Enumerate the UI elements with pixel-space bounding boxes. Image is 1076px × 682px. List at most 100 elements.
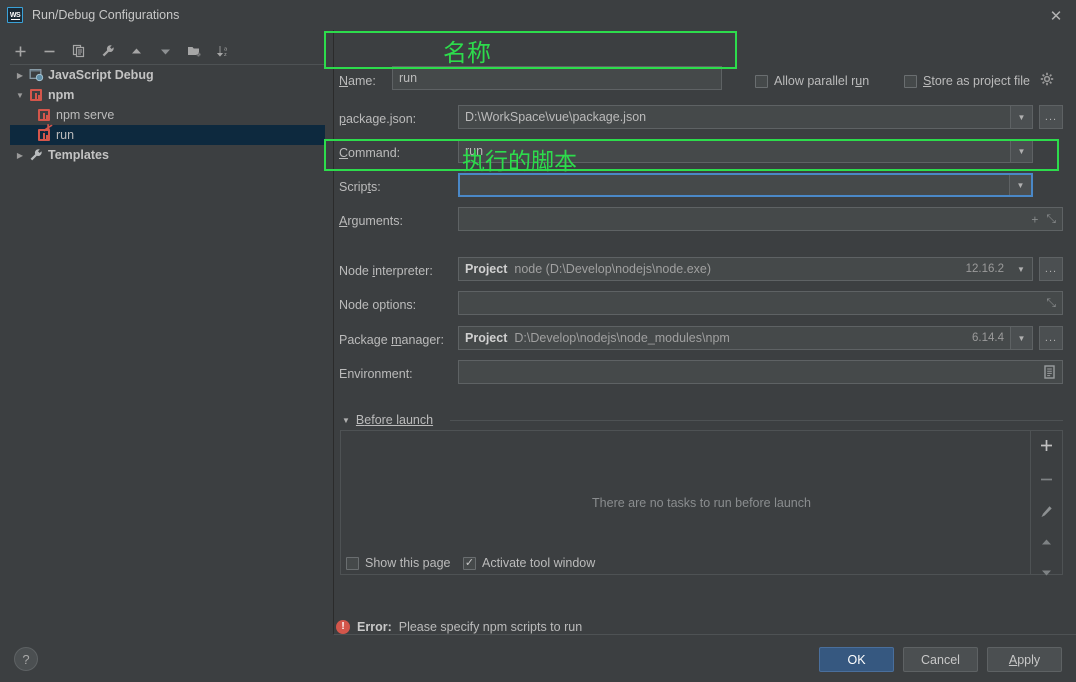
allow-parallel-run-label: Allow parallel run bbox=[774, 74, 870, 88]
show-this-page-label: Show this page bbox=[365, 556, 451, 570]
environment-edit-icon[interactable] bbox=[1043, 365, 1056, 379]
edit-templates-wrench-icon[interactable] bbox=[99, 43, 116, 60]
name-label: Name: bbox=[339, 74, 376, 88]
package-json-browse-button[interactable]: ... bbox=[1039, 105, 1063, 129]
remove-task-button[interactable] bbox=[1040, 473, 1053, 488]
store-as-project-file-checkbox[interactable]: Store as project file bbox=[904, 74, 1030, 88]
checkbox-box[interactable] bbox=[755, 74, 768, 88]
expand-editor-icon[interactable]: ⤡ bbox=[1046, 212, 1056, 227]
command-value: run bbox=[465, 144, 484, 158]
checkbox-box[interactable] bbox=[463, 556, 476, 570]
javascript-debug-icon bbox=[28, 67, 44, 83]
environment-input[interactable] bbox=[458, 360, 1063, 384]
svg-text:z: z bbox=[224, 52, 227, 58]
node-interpreter-prefix: Project bbox=[465, 262, 508, 276]
node-options-label: Node options: bbox=[339, 298, 417, 312]
title-bar: WS Run/Debug Configurations ✕ bbox=[0, 0, 1076, 30]
activate-tool-window-label: Activate tool window bbox=[482, 556, 596, 570]
node-options-expand-icon[interactable]: ⤡ bbox=[1046, 296, 1056, 311]
tree-item-label: JavaScript Debug bbox=[48, 68, 154, 82]
name-input[interactable]: run bbox=[392, 66, 722, 90]
ok-button[interactable]: OK bbox=[819, 647, 894, 672]
close-icon[interactable]: ✕ bbox=[1046, 6, 1066, 26]
expand-arrow-icon[interactable]: ▶ bbox=[12, 71, 28, 80]
collapse-arrow-icon[interactable]: ▼ bbox=[12, 91, 28, 100]
collapse-arrow-icon[interactable]: ▼ bbox=[342, 416, 350, 425]
node-interpreter-browse-button[interactable]: ... bbox=[1039, 257, 1063, 281]
tree-item-npm[interactable]: ▼ npm bbox=[10, 85, 325, 105]
gear-icon[interactable] bbox=[1040, 72, 1055, 90]
tree-toolbar: a z bbox=[0, 38, 333, 64]
name-input-value: run bbox=[399, 71, 418, 85]
before-launch-task-list[interactable]: There are no tasks to run before launch bbox=[340, 430, 1063, 576]
chevron-down-icon[interactable]: ▼ bbox=[1009, 175, 1031, 195]
checkbox-box[interactable] bbox=[904, 74, 917, 88]
command-label: Command: bbox=[339, 146, 401, 160]
configurations-panel: a z ▶ JavaScript Debug ▼ npm npm serve ✗… bbox=[0, 30, 333, 634]
package-manager-prefix: Project bbox=[465, 331, 508, 345]
remove-configuration-button[interactable] bbox=[41, 43, 58, 60]
command-combobox[interactable]: run ▼ bbox=[458, 139, 1033, 163]
arguments-actions: + ⤡ bbox=[1031, 212, 1056, 227]
node-options-input[interactable]: ⤡ bbox=[458, 291, 1063, 315]
node-interpreter-combobox[interactable]: Project node (D:\Develop\nodejs\node.exe… bbox=[458, 257, 1033, 281]
package-json-combobox[interactable]: D:\WorkSpace\vue\package.json ▼ bbox=[458, 105, 1033, 129]
chevron-down-icon[interactable]: ▼ bbox=[1010, 327, 1032, 349]
arguments-input[interactable]: + ⤡ bbox=[458, 207, 1063, 231]
add-argument-icon[interactable]: + bbox=[1031, 212, 1038, 226]
configuration-editor: Name: run Allow parallel run Store as pr… bbox=[334, 30, 1076, 634]
checkbox-box[interactable] bbox=[346, 556, 359, 570]
tree-item-npm-serve[interactable]: npm serve bbox=[10, 105, 325, 125]
chevron-down-icon[interactable]: ▼ bbox=[1010, 106, 1032, 128]
apply-button[interactable]: Apply bbox=[987, 647, 1062, 672]
chevron-down-icon[interactable]: ▼ bbox=[1010, 140, 1032, 162]
scripts-combobox[interactable]: ▼ bbox=[458, 173, 1033, 197]
new-folder-button[interactable] bbox=[186, 43, 203, 60]
copy-configuration-button[interactable] bbox=[70, 43, 87, 60]
move-down-button[interactable] bbox=[157, 43, 174, 60]
expand-arrow-icon[interactable]: ▶ bbox=[12, 151, 28, 160]
scripts-label: Scripts: bbox=[339, 180, 381, 194]
chevron-down-icon[interactable]: ▼ bbox=[1010, 258, 1032, 280]
cancel-button[interactable]: Cancel bbox=[903, 647, 978, 672]
bottom-divider bbox=[334, 634, 1076, 635]
tree-item-label: Templates bbox=[48, 148, 109, 162]
before-launch-toolbar bbox=[1030, 431, 1062, 576]
activate-tool-window-checkbox[interactable]: Activate tool window bbox=[463, 556, 595, 570]
sort-configurations-button[interactable]: a z bbox=[215, 43, 232, 60]
wrench-icon bbox=[28, 147, 44, 163]
tree-item-templates[interactable]: ▶ Templates bbox=[10, 145, 325, 165]
tree-item-label: npm serve bbox=[56, 108, 115, 122]
node-interpreter-label: Node interpreter: bbox=[339, 264, 433, 278]
tree-item-label: npm bbox=[48, 88, 75, 102]
edit-task-button[interactable] bbox=[1040, 505, 1053, 520]
webstorm-logo-icon: WS bbox=[7, 7, 23, 23]
node-interpreter-version: 12.16.2 bbox=[965, 263, 1004, 275]
move-task-up-button[interactable] bbox=[1040, 537, 1053, 550]
tree-item-label: run bbox=[56, 128, 75, 142]
add-task-button[interactable] bbox=[1040, 439, 1053, 456]
arguments-label: Arguments: bbox=[339, 214, 403, 228]
show-this-page-checkbox[interactable]: Show this page bbox=[346, 556, 450, 570]
tree-item-javascript-debug[interactable]: ▶ JavaScript Debug bbox=[10, 65, 325, 85]
configurations-tree[interactable]: ▶ JavaScript Debug ▼ npm npm serve ✗ run… bbox=[10, 64, 325, 629]
package-json-value: D:\WorkSpace\vue\package.json bbox=[465, 110, 647, 124]
package-manager-browse-button[interactable]: ... bbox=[1039, 326, 1063, 350]
error-message: Please specify npm scripts to run bbox=[398, 620, 583, 634]
add-configuration-button[interactable] bbox=[12, 43, 29, 60]
before-launch-header[interactable]: ▼ Before launch bbox=[342, 413, 433, 427]
move-up-button[interactable] bbox=[128, 43, 145, 60]
package-manager-version: 6.14.4 bbox=[972, 332, 1004, 344]
status-error: ! Error: Please specify npm scripts to r… bbox=[336, 620, 582, 634]
before-launch-empty-message: There are no tasks to run before launch bbox=[592, 495, 811, 510]
dialog-title: Run/Debug Configurations bbox=[32, 8, 180, 22]
allow-parallel-run-checkbox[interactable]: Allow parallel run bbox=[755, 74, 869, 88]
npm-error-icon: ✗ bbox=[36, 122, 54, 143]
move-task-down-button[interactable] bbox=[1040, 567, 1053, 580]
tree-item-run[interactable]: ✗ run bbox=[10, 122, 325, 145]
package-manager-label: Package manager: bbox=[339, 333, 444, 347]
package-manager-combobox[interactable]: Project D:\Develop\nodejs\node_modules\n… bbox=[458, 326, 1033, 350]
run-debug-configurations-dialog: WS Run/Debug Configurations ✕ a z ▶ Java… bbox=[0, 0, 1076, 682]
help-button[interactable]: ? bbox=[14, 647, 38, 671]
package-manager-value: D:\Develop\nodejs\node_modules\npm bbox=[514, 331, 730, 345]
